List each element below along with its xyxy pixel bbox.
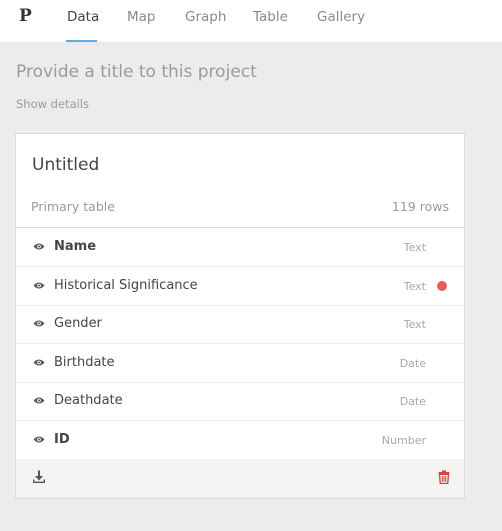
active-tab-indicator bbox=[66, 40, 97, 42]
eye-icon[interactable] bbox=[33, 319, 45, 328]
status-dot bbox=[437, 281, 447, 291]
eye-icon[interactable] bbox=[33, 281, 45, 290]
field-name: Gender bbox=[54, 316, 102, 331]
field-name: Birthdate bbox=[54, 355, 115, 370]
tab-graph[interactable]: Graph bbox=[185, 9, 226, 25]
field-type[interactable]: Date bbox=[400, 357, 426, 370]
rows-count: 119 rows bbox=[391, 199, 449, 214]
tab-table[interactable]: Table bbox=[253, 9, 288, 25]
field-row-historical-significance[interactable]: Historical Significance Text bbox=[16, 267, 464, 306]
field-row-name[interactable]: Name Text bbox=[16, 228, 464, 267]
field-name: Historical Significance bbox=[54, 278, 198, 293]
card-footer bbox=[16, 459, 464, 498]
field-type[interactable]: Text bbox=[404, 318, 426, 331]
field-type[interactable]: Text bbox=[404, 241, 426, 254]
table-card: Untitled Primary table 119 rows Name Tex… bbox=[15, 133, 465, 499]
project-title-input[interactable]: Provide a title to this project bbox=[16, 62, 257, 82]
field-name: Deathdate bbox=[54, 393, 123, 408]
field-row-gender[interactable]: Gender Text bbox=[16, 305, 464, 344]
trash-icon[interactable] bbox=[438, 470, 450, 484]
tab-data[interactable]: Data bbox=[67, 9, 99, 25]
field-row-id[interactable]: ID Number bbox=[16, 421, 464, 460]
eye-icon[interactable] bbox=[33, 242, 45, 251]
field-type[interactable]: Text bbox=[404, 280, 426, 293]
download-icon[interactable] bbox=[32, 470, 46, 484]
field-name: Name bbox=[54, 239, 97, 254]
field-row-deathdate[interactable]: Deathdate Date bbox=[16, 382, 464, 421]
eye-icon[interactable] bbox=[33, 396, 45, 405]
field-row-birthdate[interactable]: Birthdate Date bbox=[16, 344, 464, 383]
show-details-link[interactable]: Show details bbox=[16, 97, 89, 111]
eye-icon[interactable] bbox=[33, 435, 45, 444]
app-logo[interactable]: P bbox=[19, 6, 32, 26]
field-name: ID bbox=[54, 432, 70, 447]
primary-table-label: Primary table bbox=[31, 199, 115, 214]
eye-icon[interactable] bbox=[33, 358, 45, 367]
field-type[interactable]: Number bbox=[382, 434, 426, 447]
table-title[interactable]: Untitled bbox=[32, 155, 99, 175]
tab-gallery[interactable]: Gallery bbox=[317, 9, 365, 25]
tab-map[interactable]: Map bbox=[127, 9, 156, 25]
field-type[interactable]: Date bbox=[400, 395, 426, 408]
top-navigation-bar: P Data Map Graph Table Gallery bbox=[0, 0, 502, 43]
